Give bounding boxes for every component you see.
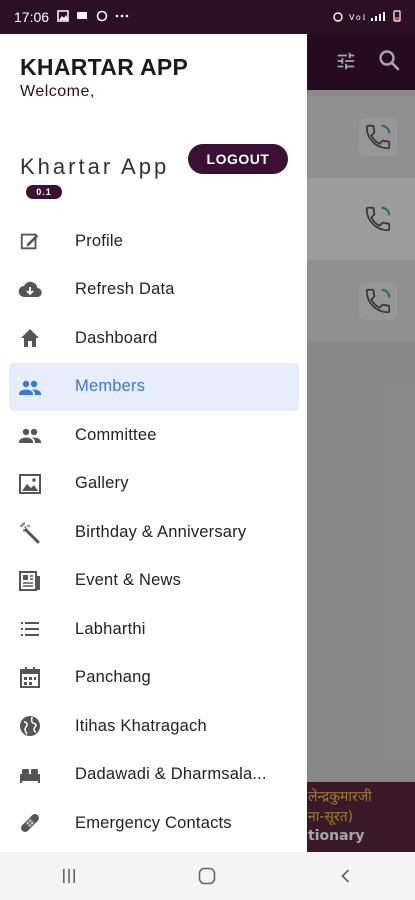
menu-item-label: Dadawadi & Dharmsala... [75, 765, 267, 784]
calendar-icon [18, 666, 42, 690]
welcome-text: Welcome, [20, 83, 95, 100]
menu-item-birthday-anniversary[interactable]: Birthday & Anniversary [0, 508, 307, 557]
magic-wand-icon [18, 520, 42, 544]
signal-icon [370, 11, 385, 21]
status-right-icons: VoLTE [332, 9, 401, 25]
navigation-drawer: KHARTAR APP Welcome, Khartar App LOGOUT … [0, 34, 307, 852]
home-button[interactable] [177, 856, 237, 896]
list-icon [18, 617, 42, 641]
back-icon [341, 869, 349, 883]
menu-item-dashboard[interactable]: Dashboard [0, 314, 307, 363]
menu-item-label: Birthday & Anniversary [75, 522, 247, 541]
menu-item-refresh-data[interactable]: Refresh Data [0, 266, 307, 315]
globe-icon [18, 714, 42, 738]
app-title: KHARTAR APP [20, 54, 189, 80]
recent-apps-button[interactable] [39, 856, 99, 896]
message-icon [77, 11, 88, 19]
menu-item-gallery[interactable]: Gallery [0, 460, 307, 509]
edit-icon [18, 229, 42, 253]
home-circle-icon [199, 867, 216, 885]
group-icon [18, 423, 42, 447]
version-badge: 0.1 [26, 185, 62, 199]
volte-icon: VoLTE [349, 13, 380, 22]
menu-item-label: Itihas Khatragach [75, 716, 207, 735]
menu-item-label: Emergency Contacts [75, 813, 232, 832]
menu-item-itihas-khatragach[interactable]: Itihas Khatragach [0, 702, 307, 751]
logout-button[interactable]: LOGOUT [188, 144, 288, 174]
system-nav-bar [0, 852, 415, 900]
menu-item-profile[interactable]: Profile [0, 217, 307, 266]
drawer-menu: Profile Refresh Data Dashboard Members C… [0, 217, 307, 848]
menu-item-panchang[interactable]: Panchang [0, 654, 307, 703]
status-left-icons [57, 9, 129, 25]
menu-item-dadawadi-dharmsala[interactable]: Dadawadi & Dharmsala... [0, 751, 307, 800]
people-icon [18, 375, 42, 399]
bed-icon [18, 763, 42, 787]
menu-item-label: Event & News [75, 571, 182, 590]
menu-item-emergency-contacts[interactable]: Emergency Contacts [0, 799, 307, 848]
more-dots-icon [115, 14, 129, 17]
gallery-icon [18, 472, 42, 496]
menu-item-labharthi[interactable]: Labharthi [0, 605, 307, 654]
image-icon [57, 9, 69, 22]
notification-icon [96, 10, 107, 21]
svg-text:VoLTE: VoLTE [349, 13, 365, 22]
bandage-icon [18, 811, 42, 835]
status-bar: 17:06 VoLTE [0, 0, 415, 34]
menu-item-label: Panchang [75, 668, 151, 687]
menu-item-label: Labharthi [75, 619, 146, 638]
cloud-download-icon [18, 278, 42, 302]
menu-item-event-news[interactable]: Event & News [0, 557, 307, 606]
menu-item-label: Committee [75, 425, 157, 444]
menu-item-label: Gallery [75, 474, 129, 493]
menu-item-label: Dashboard [75, 328, 158, 347]
battery-icon [393, 9, 401, 22]
alarm-icon [333, 11, 343, 22]
home-icon [18, 326, 42, 350]
news-icon [18, 569, 42, 593]
recent-apps-icon [63, 869, 76, 883]
back-button[interactable] [316, 856, 376, 896]
status-time: 17:06 [14, 9, 50, 25]
menu-item-members[interactable]: Members [9, 362, 299, 411]
menu-item-label: Refresh Data [75, 280, 175, 299]
brand-name: Khartar App [20, 154, 170, 179]
menu-item-committee[interactable]: Committee [0, 411, 307, 460]
menu-item-label: Profile [75, 231, 124, 250]
menu-item-label: Members [75, 377, 146, 396]
